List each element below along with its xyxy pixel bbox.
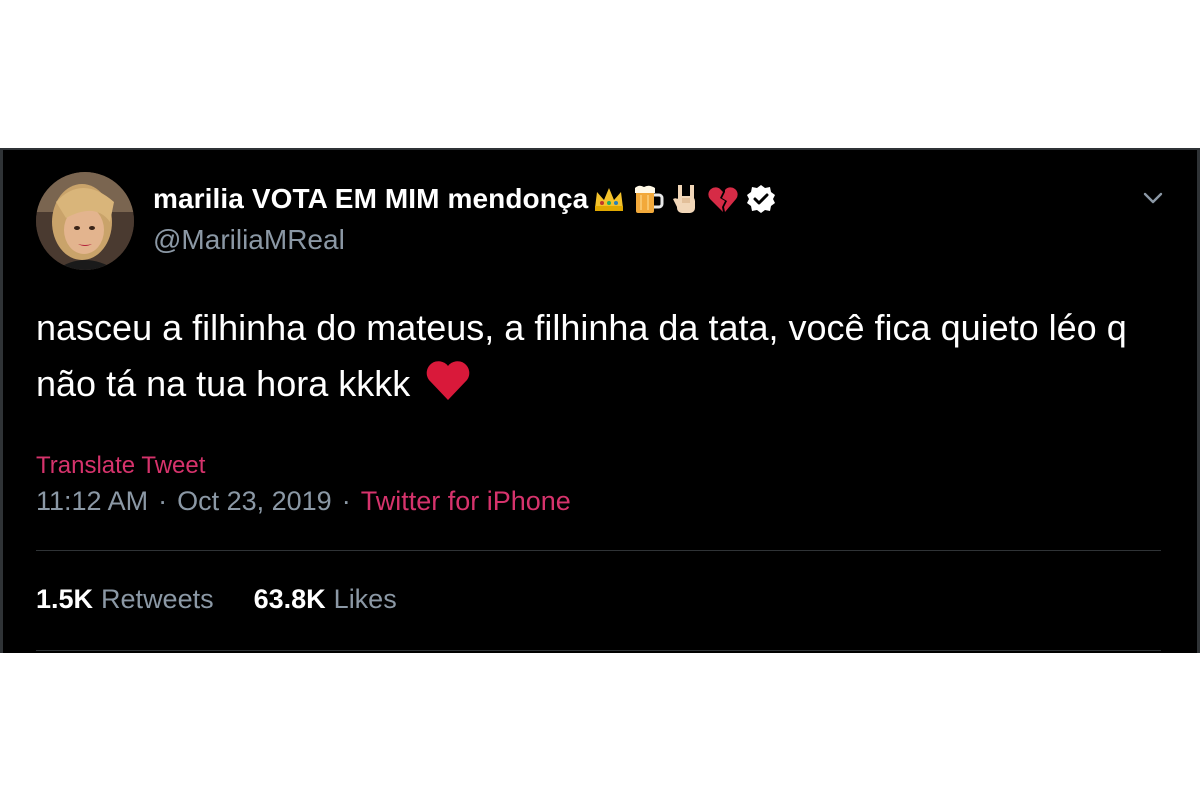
likes-label: Likes [333,584,397,614]
meta-separator: · [158,486,168,516]
verified-badge-icon [744,182,778,216]
likes-stat[interactable]: 63.8K Likes [254,584,397,615]
chevron-down-icon[interactable] [1139,184,1167,212]
beer-mug-icon [630,182,664,216]
tweet-stats: 1.5K Retweets 63.8K Likes [36,584,437,615]
tweet-header: marilia VOTA EM MIM mendonça @MariliaMRe… [153,178,778,256]
divider-bottom [36,650,1161,651]
retweets-count: 1.5K [36,584,94,614]
translate-tweet-link[interactable]: Translate Tweet [36,452,205,480]
red-heart-icon [424,358,472,402]
retweets-stat[interactable]: 1.5K Retweets [36,584,214,615]
retweets-label: Retweets [101,584,214,614]
broken-heart-icon [706,182,740,216]
user-handle[interactable]: @MariliaMReal [153,224,778,256]
crown-icon [592,182,626,216]
avatar-image [36,172,134,270]
display-name-row: marilia VOTA EM MIM mendonça [153,178,778,220]
tweet-text-block: nasceu a filhinha do mateus, a filhinha … [36,300,1156,412]
tweet-source-link[interactable]: Twitter for iPhone [361,486,571,517]
display-name[interactable]: marilia VOTA EM MIM mendonça [153,183,588,215]
tweet-date[interactable]: Oct 23, 2019 [177,486,332,517]
tweet-meta: 11:12 AM · Oct 23, 2019 · Twitter for iP… [36,486,571,517]
tweet-card: marilia VOTA EM MIM mendonça @MariliaMRe… [0,148,1200,653]
tweet-text: nasceu a filhinha do mateus, a filhinha … [36,307,1127,404]
rock-on-hand-icon [668,182,702,216]
divider [36,550,1161,551]
meta-separator-2: · [341,486,351,516]
tweet-time[interactable]: 11:12 AM [36,486,148,517]
avatar[interactable] [36,172,134,270]
likes-count: 63.8K [253,584,326,614]
